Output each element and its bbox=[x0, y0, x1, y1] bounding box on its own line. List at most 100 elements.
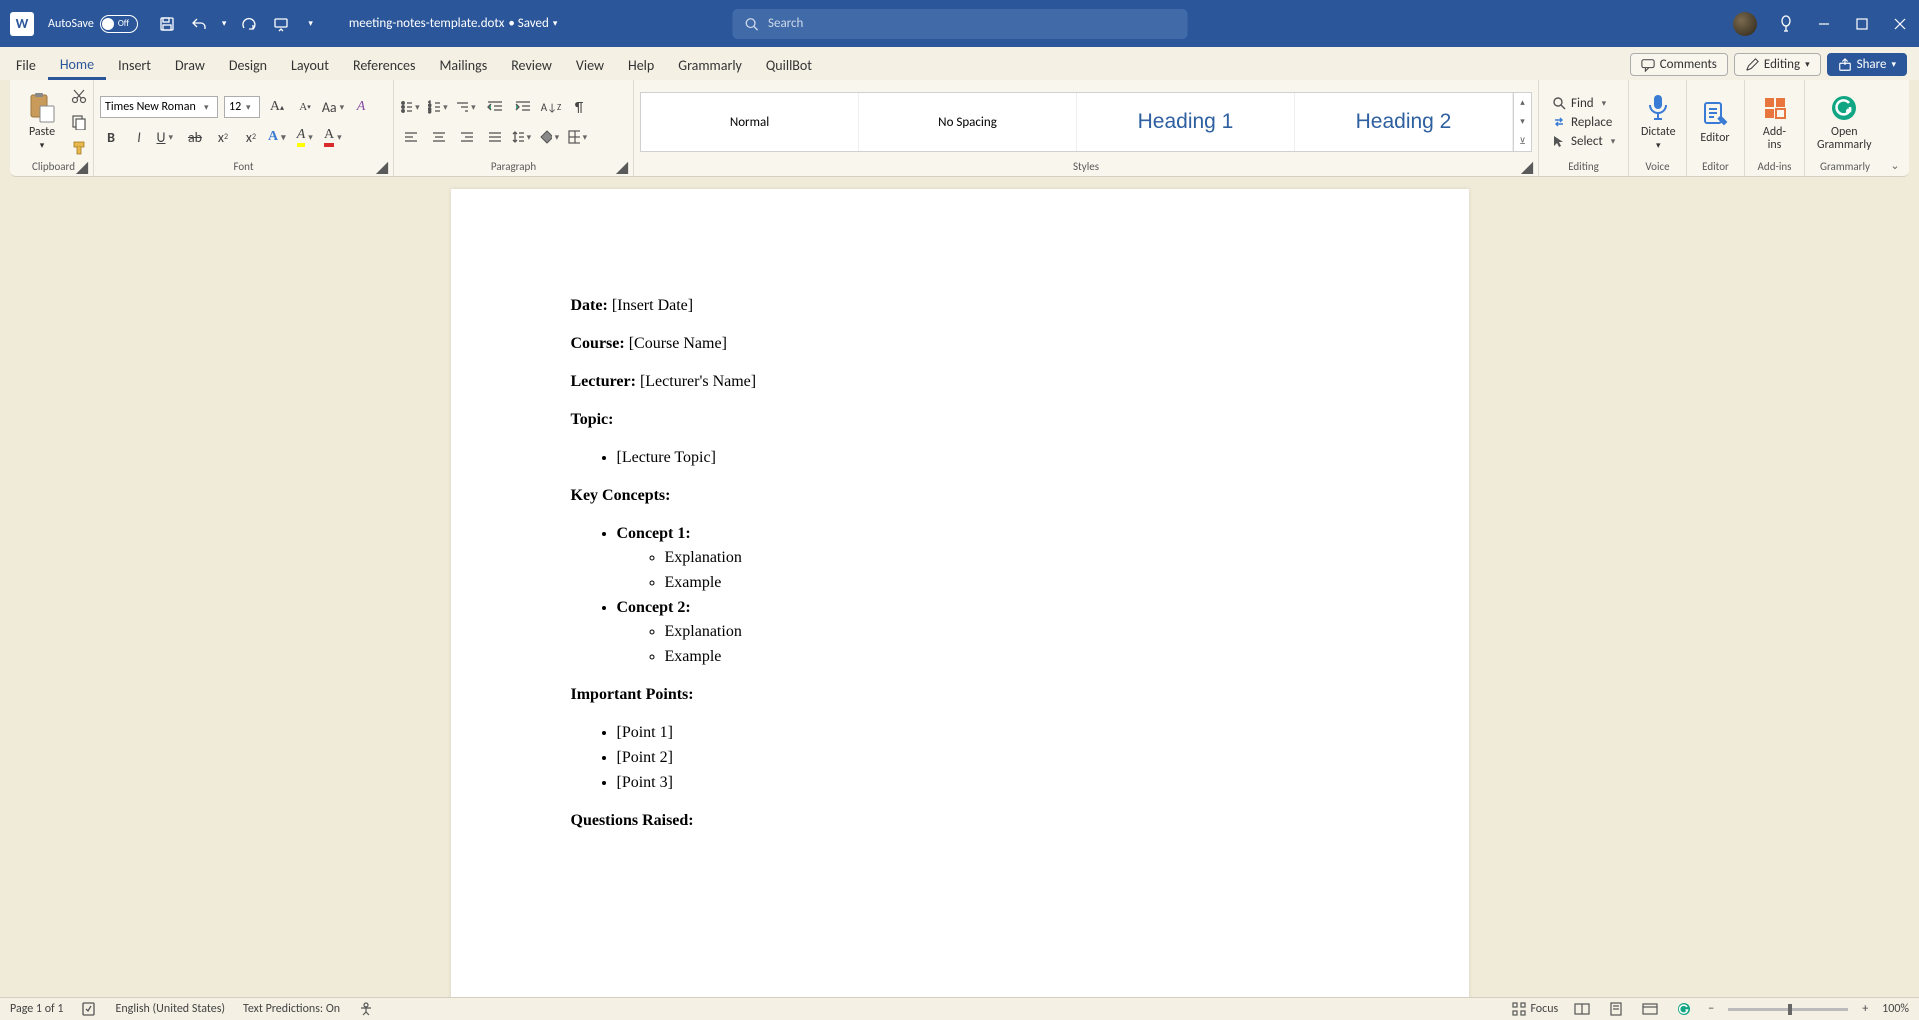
paste-button[interactable]: Paste▾ bbox=[20, 90, 64, 154]
grammarly-status-icon[interactable] bbox=[1674, 1001, 1694, 1017]
tab-quillbot[interactable]: QuillBot bbox=[754, 51, 824, 80]
autosave-toggle[interactable]: Off bbox=[100, 15, 138, 33]
select-button[interactable]: Select▾ bbox=[1549, 133, 1623, 150]
borders-icon[interactable]: ▾ bbox=[568, 126, 590, 148]
zoom-in-button[interactable]: + bbox=[1862, 1002, 1868, 1016]
autosave-control[interactable]: AutoSave Off bbox=[48, 15, 138, 33]
document-page[interactable]: Date: [Insert Date] Course: [Course Name… bbox=[451, 189, 1469, 997]
font-size-combo[interactable]: 12▾ bbox=[224, 96, 260, 118]
sort-icon[interactable]: A↓Z bbox=[540, 96, 562, 118]
list-item[interactable]: Explanation bbox=[665, 546, 1349, 570]
italic-button[interactable]: I bbox=[128, 126, 150, 148]
tab-references[interactable]: References bbox=[341, 51, 427, 80]
tab-help[interactable]: Help bbox=[616, 51, 666, 80]
style-no-spacing[interactable]: No Spacing bbox=[859, 93, 1077, 151]
page-indicator[interactable]: Page 1 of 1 bbox=[10, 1002, 64, 1016]
topic-list[interactable]: [Lecture Topic] bbox=[617, 446, 1349, 470]
tab-layout[interactable]: Layout bbox=[279, 51, 341, 80]
styles-launcher-icon[interactable]: ◢ bbox=[1520, 160, 1534, 174]
date-line[interactable]: Date: [Insert Date] bbox=[571, 294, 1349, 318]
course-line[interactable]: Course: [Course Name] bbox=[571, 332, 1349, 356]
predictions-indicator[interactable]: Text Predictions: On bbox=[243, 1002, 340, 1016]
clipboard-launcher-icon[interactable]: ◢ bbox=[75, 160, 89, 174]
text-effects-icon[interactable]: A▾ bbox=[268, 126, 290, 148]
highlight-icon[interactable]: A▾ bbox=[296, 126, 318, 148]
tab-mailings[interactable]: Mailings bbox=[427, 51, 499, 80]
share-button[interactable]: Share ▾ bbox=[1827, 53, 1907, 76]
points-list[interactable]: [Point 1] [Point 2] [Point 3] bbox=[617, 721, 1349, 795]
read-mode-icon[interactable] bbox=[1572, 1001, 1592, 1017]
language-indicator[interactable]: English (United States) bbox=[116, 1002, 226, 1016]
close-icon[interactable] bbox=[1891, 15, 1909, 33]
format-painter-icon[interactable] bbox=[68, 137, 90, 159]
tab-draw[interactable]: Draw bbox=[163, 51, 217, 80]
comments-button[interactable]: Comments bbox=[1630, 53, 1728, 76]
styles-up-icon[interactable]: ▴ bbox=[1514, 93, 1531, 112]
decrease-indent-icon[interactable] bbox=[484, 96, 506, 118]
increase-indent-icon[interactable] bbox=[512, 96, 534, 118]
tab-home[interactable]: Home bbox=[48, 50, 106, 80]
concepts-list[interactable]: Concept 1: Explanation Example Concept 2… bbox=[617, 522, 1349, 669]
superscript-button[interactable]: x2 bbox=[240, 126, 262, 148]
font-name-combo[interactable]: Times New Roman▾ bbox=[100, 96, 218, 118]
important-heading[interactable]: Important Points: bbox=[571, 683, 1349, 707]
accessibility-icon[interactable] bbox=[358, 1002, 374, 1016]
show-marks-icon[interactable]: ¶ bbox=[568, 96, 590, 118]
list-item[interactable]: [Point 3] bbox=[617, 771, 1349, 795]
addins-button[interactable]: Add-ins bbox=[1751, 90, 1798, 154]
numbering-icon[interactable]: 123▾ bbox=[428, 96, 450, 118]
align-left-icon[interactable] bbox=[400, 126, 422, 148]
styles-gallery[interactable]: Normal No Spacing Heading 1 Heading 2 ▴ … bbox=[640, 92, 1532, 152]
zoom-slider[interactable] bbox=[1728, 1008, 1848, 1011]
focus-button[interactable]: Focus bbox=[1512, 1002, 1558, 1016]
print-layout-icon[interactable] bbox=[1606, 1001, 1626, 1017]
style-heading1[interactable]: Heading 1 bbox=[1077, 93, 1295, 151]
list-item[interactable]: Concept 1: Explanation Example bbox=[617, 522, 1349, 595]
grow-font-icon[interactable]: A▴ bbox=[266, 96, 288, 118]
list-item[interactable]: Explanation bbox=[665, 620, 1349, 644]
align-center-icon[interactable] bbox=[428, 126, 450, 148]
replace-button[interactable]: Replace bbox=[1549, 114, 1623, 131]
tab-review[interactable]: Review bbox=[499, 51, 564, 80]
editing-mode-button[interactable]: Editing ▾ bbox=[1734, 53, 1821, 76]
list-item[interactable]: Concept 2: Explanation Example bbox=[617, 596, 1349, 669]
bullets-icon[interactable]: ▾ bbox=[400, 96, 422, 118]
tab-grammarly[interactable]: Grammarly bbox=[666, 51, 754, 80]
tab-design[interactable]: Design bbox=[217, 51, 279, 80]
spellcheck-icon[interactable] bbox=[82, 1002, 98, 1016]
justify-icon[interactable] bbox=[484, 126, 506, 148]
font-color-icon[interactable]: A▾ bbox=[324, 126, 346, 148]
strikethrough-button[interactable]: ab bbox=[184, 126, 206, 148]
shrink-font-icon[interactable]: A▾ bbox=[294, 96, 316, 118]
change-case-icon[interactable]: Aa▾ bbox=[322, 96, 344, 118]
key-concepts-heading[interactable]: Key Concepts: bbox=[571, 484, 1349, 508]
clear-formatting-icon[interactable]: A bbox=[350, 96, 372, 118]
multilevel-list-icon[interactable]: ▾ bbox=[456, 96, 478, 118]
zoom-out-button[interactable]: − bbox=[1708, 1002, 1714, 1016]
questions-heading[interactable]: Questions Raised: bbox=[571, 809, 1349, 833]
cut-icon[interactable] bbox=[68, 85, 90, 107]
web-layout-icon[interactable] bbox=[1640, 1001, 1660, 1017]
find-button[interactable]: Find▾ bbox=[1549, 95, 1623, 112]
save-icon[interactable] bbox=[158, 15, 176, 33]
list-item[interactable]: [Point 2] bbox=[617, 746, 1349, 770]
qat-more-icon[interactable] bbox=[272, 15, 290, 33]
subscript-button[interactable]: x2 bbox=[212, 126, 234, 148]
grammarly-button[interactable]: Open Grammarly bbox=[1811, 90, 1878, 154]
style-normal[interactable]: Normal bbox=[641, 93, 859, 151]
topic-heading[interactable]: Topic: bbox=[571, 408, 1349, 432]
font-launcher-icon[interactable]: ◢ bbox=[375, 160, 389, 174]
underline-button[interactable]: U▾ bbox=[156, 126, 178, 148]
undo-dropdown-icon[interactable]: ▾ bbox=[222, 18, 227, 29]
shading-icon[interactable]: ▾ bbox=[540, 126, 562, 148]
user-avatar[interactable] bbox=[1733, 12, 1757, 36]
undo-icon[interactable] bbox=[190, 15, 208, 33]
document-title[interactable]: meeting-notes-template.dotx • Saved ▾ bbox=[349, 16, 557, 31]
editor-button[interactable]: Editor bbox=[1693, 96, 1737, 147]
document-canvas[interactable]: Date: [Insert Date] Course: [Course Name… bbox=[0, 177, 1919, 997]
qat-customize-icon[interactable]: ▾ bbox=[308, 18, 313, 29]
list-item[interactable]: Example bbox=[665, 571, 1349, 595]
list-item[interactable]: [Lecture Topic] bbox=[617, 446, 1349, 470]
collapse-ribbon-icon[interactable]: ⌄ bbox=[1890, 159, 1899, 172]
line-spacing-icon[interactable]: ▾ bbox=[512, 126, 534, 148]
